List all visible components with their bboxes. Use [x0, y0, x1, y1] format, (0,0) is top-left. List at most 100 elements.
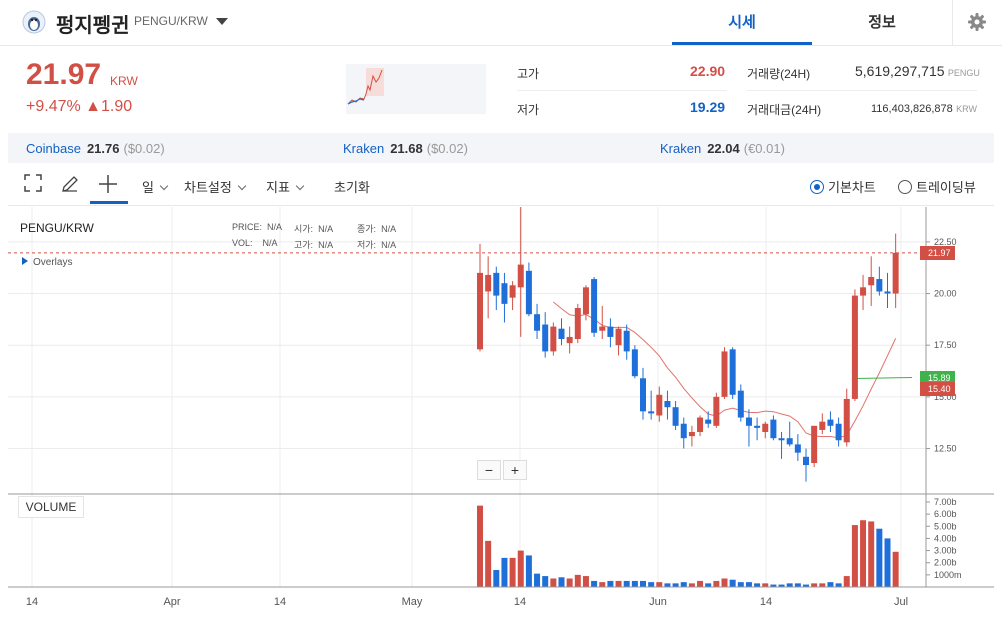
fullscreen-icon[interactable]	[24, 174, 42, 192]
basic-chart-radio[interactable]: 기본차트	[810, 177, 876, 196]
candle-body	[566, 336, 573, 344]
zoom-in-button[interactable]: +	[503, 460, 527, 480]
volume-bar	[509, 557, 516, 587]
volume-bar	[623, 580, 630, 587]
volume-bar	[876, 528, 883, 587]
y-tick-label: 17.50	[934, 340, 957, 350]
volume-bar	[835, 583, 842, 587]
exchange-item: Kraken 21.68 ($0.02)	[343, 141, 468, 156]
active-tool-indicator	[90, 201, 128, 204]
x-tick-label: 14	[274, 596, 286, 608]
reset-button[interactable]: 초기화	[334, 177, 370, 196]
candle-body	[794, 444, 801, 453]
tab-price[interactable]: 시세	[672, 0, 812, 45]
candle-body	[705, 419, 712, 424]
volume-bar	[827, 582, 834, 587]
volume-bar	[534, 573, 541, 587]
volume-bar	[688, 583, 695, 587]
low-value: 19.29	[690, 99, 726, 115]
candle-body	[851, 295, 858, 399]
volume-bar	[582, 576, 589, 587]
volume-tick-label: 2.00b	[934, 558, 957, 568]
volume-bar	[705, 583, 712, 587]
penguin-logo-icon	[22, 10, 46, 34]
tradingview-radio[interactable]: 트레이딩뷰	[898, 177, 976, 196]
tab-info[interactable]: 정보	[812, 0, 952, 45]
price-chart[interactable]: 14 Apr 14 May 14 Jun 14 Jul 22.50 20.00 17.50 15.00…	[8, 207, 994, 615]
candle-body	[762, 423, 769, 432]
crosshair-icon[interactable]	[98, 174, 118, 194]
volume-bar	[477, 505, 483, 587]
price-unit: KRW	[110, 74, 138, 88]
legend-price: PRICE: N/A	[232, 222, 283, 232]
chevron-down-icon[interactable]	[216, 18, 228, 25]
candle-body	[542, 324, 549, 352]
volume-bar	[786, 583, 793, 587]
exchange-item: Coinbase 21.76 ($0.02)	[26, 141, 165, 156]
volume-pane-label: VOLUME	[18, 496, 84, 518]
volume-bar	[566, 578, 573, 587]
candle-body	[868, 277, 875, 286]
candle-body	[672, 407, 679, 426]
overlays-toggle[interactable]: Overlays	[22, 257, 72, 268]
volume-bar	[713, 580, 720, 587]
volume-tick-label: 3.00b	[934, 546, 957, 556]
chart-settings-dropdown[interactable]: 차트설정	[184, 177, 247, 196]
change-percent: +9.47%	[26, 98, 81, 115]
volume-tick-label: 1000m	[934, 570, 962, 580]
high-value: 22.90	[690, 63, 726, 79]
candle-body	[558, 328, 565, 339]
volume-bar	[631, 580, 638, 587]
candle-body	[623, 330, 630, 352]
candle-body	[737, 390, 744, 418]
candle-body	[680, 423, 687, 439]
candle-body	[892, 252, 899, 294]
candle-body	[509, 285, 516, 298]
pencil-icon[interactable]	[60, 174, 80, 194]
volume-bar	[550, 578, 557, 587]
moving-average-green-line	[854, 376, 913, 379]
volume-bar	[648, 582, 655, 587]
high-label: 고가	[517, 67, 540, 81]
coin-name: 펑지펭귄	[56, 15, 130, 37]
candle-body	[582, 287, 589, 315]
volume-bar	[672, 583, 679, 587]
volume-bar	[607, 580, 614, 587]
x-tick-label: Apr	[163, 596, 180, 608]
volume-bar	[680, 582, 687, 587]
period-dropdown[interactable]: 일	[142, 177, 169, 196]
candle-body	[656, 394, 663, 416]
amount-value: 116,403,826,878 KRW	[871, 103, 977, 115]
candle-body	[827, 419, 834, 426]
x-tick-label: Jun	[649, 596, 667, 608]
candle-body	[721, 351, 728, 397]
y-tick-label: 20.00	[934, 289, 957, 299]
volume-bar	[697, 580, 704, 587]
candle-body	[477, 272, 483, 350]
settings-button[interactable]	[952, 0, 1002, 46]
candle-body	[631, 349, 638, 377]
candle-body	[574, 308, 581, 339]
volume-bar	[737, 582, 744, 587]
volume-bar	[656, 582, 663, 587]
current-price: 21.97	[26, 58, 102, 91]
candle-body	[615, 328, 622, 346]
volume-bar	[745, 582, 752, 587]
chart-symbol: PENGU/KRW	[20, 221, 94, 235]
x-tick-label: 14	[514, 596, 526, 608]
candlestick-chart[interactable]: 14 Apr 14 May 14 Jun 14 Jul22.5020.0017.5015.00…	[8, 207, 994, 615]
indicator-dropdown[interactable]: 지표	[266, 177, 305, 196]
legend-high: 고가: N/A	[294, 240, 334, 250]
volume-tick-label: 5.00b	[934, 521, 957, 531]
exchange-item: Kraken 22.04 (€0.01)	[660, 141, 785, 156]
candle-body	[517, 264, 524, 288]
candle-body	[664, 401, 671, 408]
volume-bar	[762, 583, 769, 587]
candle-body	[534, 314, 541, 331]
candle-body	[754, 425, 761, 428]
candle-body	[770, 419, 777, 439]
volume-bar	[501, 557, 508, 587]
candle-body	[697, 417, 704, 432]
volume-bar	[599, 582, 606, 587]
zoom-out-button[interactable]: −	[477, 460, 501, 480]
